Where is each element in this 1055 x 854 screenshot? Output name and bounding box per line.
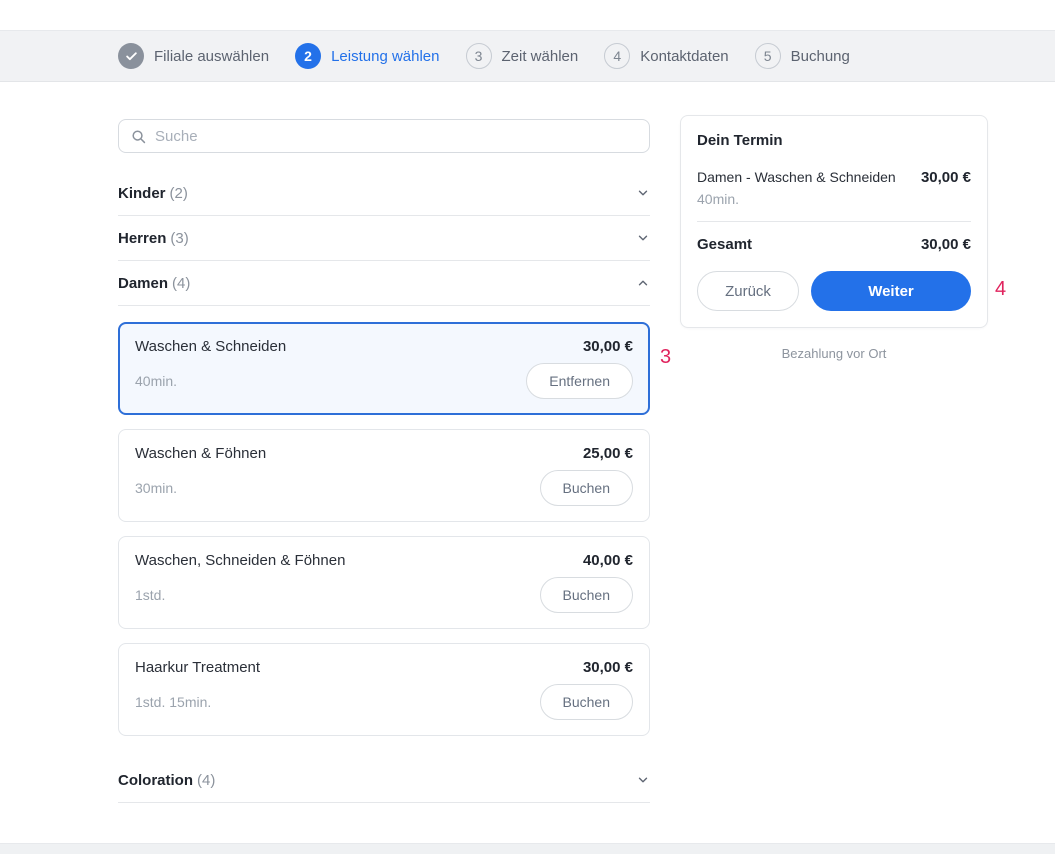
category-title: Herren(3) — [118, 230, 189, 247]
step-filiale-auswaehlen[interactable]: Filiale auswählen — [118, 43, 269, 69]
service-duration: 1std. — [135, 587, 165, 603]
category-row-herren[interactable]: Herren(3) — [118, 216, 650, 261]
service-price: 30,00 € — [583, 659, 633, 676]
annotation-marker-4: 4 — [995, 278, 1006, 301]
chevron-up-icon — [636, 276, 650, 290]
payment-note: Bezahlung vor Ort — [680, 346, 988, 361]
category-count: (4) — [197, 772, 215, 789]
step-number-badge: 3 — [466, 43, 492, 69]
service-title: Haarkur Treatment — [135, 659, 260, 676]
book-button[interactable]: Buchen — [540, 577, 633, 613]
book-button[interactable]: Buchen — [540, 470, 633, 506]
stepper: Filiale auswählen 2 Leistung wählen 3 Ze… — [0, 30, 1055, 82]
summary-actions: Zurück Weiter — [697, 271, 971, 311]
service-duration: 1std. 15min. — [135, 694, 211, 710]
step-number-badge: 2 — [295, 43, 321, 69]
service-card-waschen-schneiden-foehnen[interactable]: Waschen, Schneiden & Föhnen 40,00 € 1std… — [118, 536, 650, 629]
bottom-strip — [0, 843, 1055, 854]
service-price: 25,00 € — [583, 445, 633, 462]
service-duration: 30min. — [135, 480, 177, 496]
step-label: Buchung — [791, 48, 850, 65]
card-row: Waschen & Schneiden 30,00 € — [135, 338, 633, 355]
stepper-inner: Filiale auswählen 2 Leistung wählen 3 Ze… — [0, 43, 850, 69]
main-content: Kinder(2) Herren(3) Damen(4) W — [0, 82, 1055, 803]
step-zeit-waehlen[interactable]: 3 Zeit wählen — [466, 43, 579, 69]
step-leistung-waehlen[interactable]: 2 Leistung wählen — [295, 43, 439, 69]
category-title: Coloration(4) — [118, 772, 215, 789]
card-row: 1std. 15min. Buchen — [135, 684, 633, 720]
service-card-waschen-foehnen[interactable]: Waschen & Föhnen 25,00 € 30min. Buchen — [118, 429, 650, 522]
category-row-damen[interactable]: Damen(4) — [118, 261, 650, 306]
top-spacer — [0, 0, 1055, 30]
step-label: Leistung wählen — [331, 48, 439, 65]
category-name: Damen — [118, 275, 168, 292]
card-row: Haarkur Treatment 30,00 € — [135, 659, 633, 676]
step-label: Kontaktdaten — [640, 48, 728, 65]
summary-total-row: Gesamt 30,00 € — [697, 236, 971, 253]
category-name: Coloration — [118, 772, 193, 789]
divider — [697, 221, 971, 222]
category-count: (2) — [170, 185, 188, 202]
chevron-down-icon — [636, 773, 650, 787]
category-title: Kinder(2) — [118, 185, 188, 202]
service-list-column: Kinder(2) Herren(3) Damen(4) W — [118, 119, 650, 803]
card-row: Waschen, Schneiden & Föhnen 40,00 € — [135, 552, 633, 569]
chevron-down-icon — [636, 186, 650, 200]
card-row: 1std. Buchen — [135, 577, 633, 613]
summary-item-duration: 40min. — [697, 191, 971, 207]
step-number-badge: 4 — [604, 43, 630, 69]
chevron-down-icon — [636, 231, 650, 245]
remove-button[interactable]: Entfernen — [526, 363, 633, 399]
category-count: (4) — [172, 275, 190, 292]
service-title: Waschen, Schneiden & Föhnen — [135, 552, 345, 569]
service-price: 40,00 € — [583, 552, 633, 569]
service-title: Waschen & Föhnen — [135, 445, 266, 462]
service-price: 30,00 € — [583, 338, 633, 355]
category-row-kinder[interactable]: Kinder(2) — [118, 171, 650, 216]
search-box — [118, 119, 650, 153]
check-icon — [118, 43, 144, 69]
service-card-waschen-schneiden[interactable]: Waschen & Schneiden 30,00 € 40min. Entfe… — [118, 322, 650, 415]
card-row: 40min. Entfernen — [135, 363, 633, 399]
step-label: Zeit wählen — [502, 48, 579, 65]
step-label: Filiale auswählen — [154, 48, 269, 65]
category-name: Herren — [118, 230, 166, 247]
step-buchung[interactable]: 5 Buchung — [755, 43, 850, 69]
book-button[interactable]: Buchen — [540, 684, 633, 720]
total-price: 30,00 € — [921, 236, 971, 253]
step-number-badge: 5 — [755, 43, 781, 69]
category-row-coloration[interactable]: Coloration(4) — [118, 758, 650, 803]
appointment-summary-card: Dein Termin Damen - Waschen & Schneiden … — [680, 115, 988, 328]
search-input[interactable] — [155, 128, 637, 145]
category-count: (3) — [170, 230, 188, 247]
category-name: Kinder — [118, 185, 166, 202]
summary-item-price: 30,00 € — [921, 169, 971, 186]
back-button[interactable]: Zurück — [697, 271, 799, 311]
service-duration: 40min. — [135, 373, 177, 389]
search-icon — [131, 129, 146, 144]
step-kontaktdaten[interactable]: 4 Kontaktdaten — [604, 43, 728, 69]
summary-line-item: Damen - Waschen & Schneiden 30,00 € — [697, 169, 971, 186]
card-row: 30min. Buchen — [135, 470, 633, 506]
service-title: Waschen & Schneiden — [135, 338, 286, 355]
service-card-haarkur-treatment[interactable]: Haarkur Treatment 30,00 € 1std. 15min. B… — [118, 643, 650, 736]
card-row: Waschen & Föhnen 25,00 € — [135, 445, 633, 462]
total-label: Gesamt — [697, 236, 752, 253]
summary-title: Dein Termin — [697, 132, 971, 149]
next-button[interactable]: Weiter — [811, 271, 971, 311]
category-title: Damen(4) — [118, 275, 190, 292]
annotation-marker-3: 3 — [660, 346, 671, 369]
service-cards: Waschen & Schneiden 30,00 € 40min. Entfe… — [118, 306, 650, 758]
booking-page: Filiale auswählen 2 Leistung wählen 3 Ze… — [0, 0, 1055, 803]
summary-column: Dein Termin Damen - Waschen & Schneiden … — [680, 119, 988, 803]
summary-item-label: Damen - Waschen & Schneiden — [697, 169, 896, 185]
